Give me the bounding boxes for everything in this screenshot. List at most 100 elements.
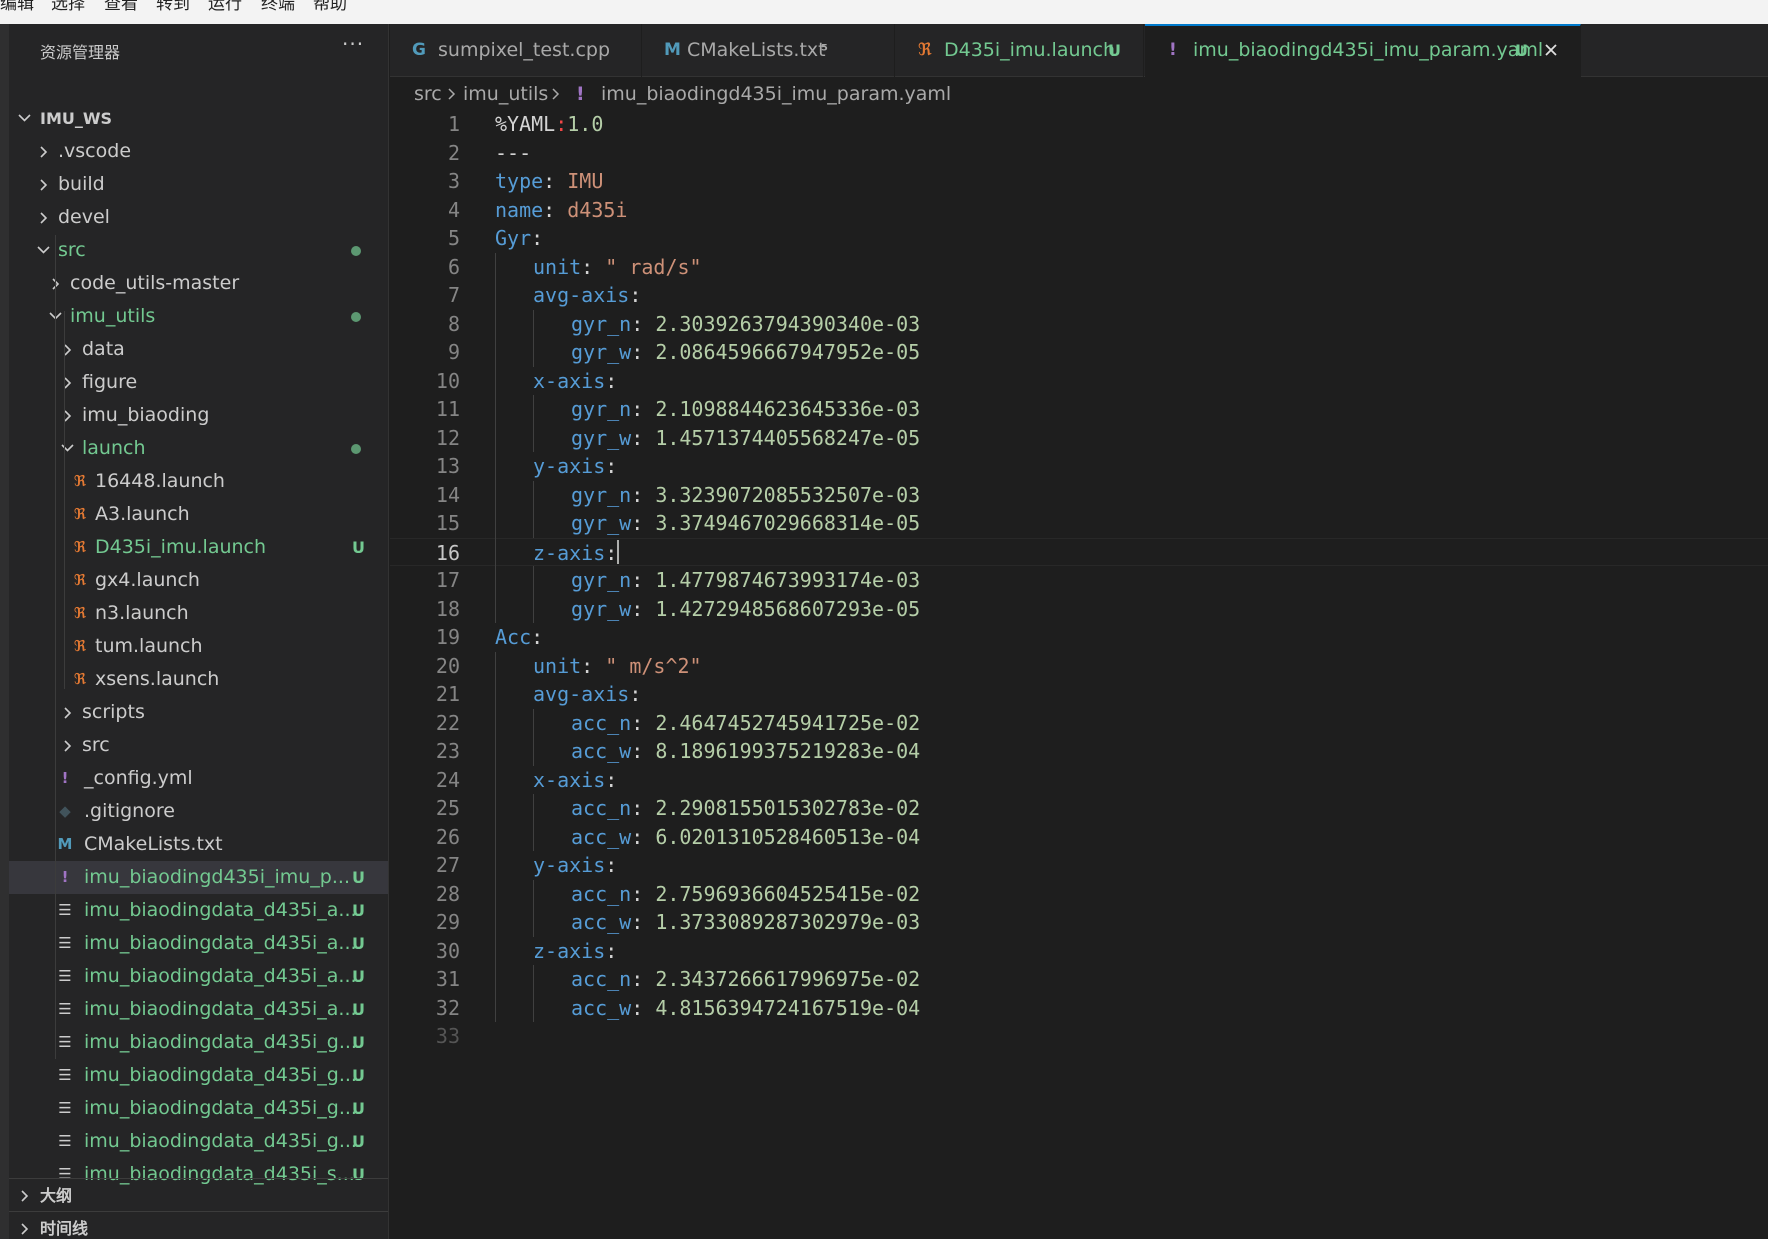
menu-go[interactable]: 转到: [156, 0, 190, 15]
tree-file[interactable]: ℜ 16448.launch: [9, 465, 388, 498]
chevron-down-icon: [49, 300, 63, 333]
tree-file[interactable]: ℜtum.launch: [9, 630, 388, 663]
tree-file[interactable]: ☰ imu_biaodingdata_d435i_a... U: [9, 960, 388, 993]
tab-sumpixel-test-cpp[interactable]: G sumpixel_test.cpp: [390, 24, 642, 77]
modified-dot: [351, 312, 361, 322]
tree-file[interactable]: ! _config.yml: [9, 762, 388, 795]
text-file-icon: ☰: [58, 1099, 72, 1117]
yaml-key: z-axis: [533, 540, 606, 565]
menu-edit[interactable]: 编辑: [0, 0, 34, 15]
tree-folder[interactable]: imu_utils: [9, 300, 388, 333]
tab-d435i-launch[interactable]: ℜ D435i_imu.launch U: [896, 24, 1144, 77]
code-line: 17 gyr_n: 1.4779874673993174e-03: [390, 566, 1768, 595]
tree-folder[interactable]: build: [9, 168, 388, 201]
text-file-icon: ☰: [58, 1132, 72, 1150]
code-line: 5 Gyr:: [390, 224, 1768, 253]
tree-folder[interactable]: src: [9, 234, 388, 267]
tab-imu-param-yaml[interactable]: ! imu_biaodingd435i_imu_param.yaml U: [1145, 24, 1581, 77]
tab-cmakelists[interactable]: M CMakeLists.txt ⁵: [643, 24, 895, 77]
code-line: 16 z-axis:: [390, 537, 1768, 566]
text-cursor: [617, 539, 620, 564]
code-line: 23 acc_w: 8.1896199375219283e-04: [390, 737, 1768, 766]
tree-file[interactable]: ◆ .gitignore: [9, 795, 388, 828]
yaml-sep: :: [631, 739, 656, 763]
code-line: 31 acc_n: 2.3437266617996975e-02: [390, 965, 1768, 994]
tree-label: devel: [58, 206, 110, 228]
tree-label: _config.yml: [84, 767, 193, 789]
rss-icon: ℜ: [73, 505, 87, 523]
more-actions-icon[interactable]: ···: [342, 32, 364, 56]
yaml-sep: :: [631, 482, 656, 507]
tree-label: imu_utils: [70, 305, 156, 327]
menu-terminal[interactable]: 终端: [261, 0, 295, 15]
tree-label: figure: [82, 371, 138, 393]
yaml-key: x-axis: [533, 368, 606, 393]
tree-file[interactable]: ☰ imu_biaodingdata_d435i_a... U: [9, 993, 388, 1026]
tree-file[interactable]: M CMakeLists.txt: [9, 828, 388, 861]
tree-file[interactable]: ! imu_biaodingd435i_imu_p... U: [9, 861, 388, 894]
yaml-value: 3.3239072085532507e-03: [655, 482, 921, 507]
tree-file[interactable]: ℜxsens.launch: [9, 663, 388, 696]
tree-file[interactable]: ☰ imu_biaodingdata_d435i_g... U: [9, 1092, 388, 1125]
menu-view[interactable]: 查看: [104, 0, 138, 15]
tree-file[interactable]: ℜgx4.launch: [9, 564, 388, 597]
menu-help[interactable]: 帮助: [313, 0, 347, 15]
code-editor[interactable]: 1 %YAML:1.0 2 --- 3 type: IMU 4 name: d435i 5 Gyr…: [390, 110, 1768, 1239]
menu-run[interactable]: 运行: [208, 0, 242, 15]
breadcrumb-imu-utils[interactable]: imu_utils: [463, 80, 548, 108]
breadcrumb-file[interactable]: imu_biaodingd435i_imu_param.yaml: [601, 80, 951, 108]
yaml-value: 3.3749467029668314e-05: [655, 511, 921, 535]
yaml-file-icon: !: [61, 769, 69, 787]
tree-folder[interactable]: figure: [9, 366, 388, 399]
line-number: 25: [435, 796, 460, 820]
tree-folder[interactable]: devel: [9, 201, 388, 234]
tree-folder[interactable]: .vscode: [9, 135, 388, 168]
line-number: 6: [447, 254, 460, 279]
tree-root-imu-ws[interactable]: IMU_WS: [9, 102, 388, 135]
tree-label: src: [82, 734, 110, 756]
modified-dot: [351, 246, 361, 256]
yaml-key: gyr_w: [571, 425, 632, 450]
tree-file[interactable]: ℜ D435i_imu.launch U: [9, 531, 388, 564]
code-line: 27 y-axis:: [390, 851, 1768, 880]
tree-folder[interactable]: code_utils-master: [9, 267, 388, 300]
tree-folder[interactable]: src: [9, 729, 388, 762]
indent-guide: [533, 480, 534, 538]
outline-section[interactable]: 大纲: [9, 1179, 388, 1212]
yaml-value: ---: [495, 140, 532, 165]
line-number: 4: [447, 197, 460, 222]
menu-selection[interactable]: 选择: [51, 0, 85, 15]
tree-file[interactable]: ☰ imu_biaodingdata_d435i_g... U: [9, 1026, 388, 1059]
breadcrumb-src[interactable]: src: [414, 80, 442, 108]
tree-folder[interactable]: data: [9, 333, 388, 366]
yaml-key: gyr_w: [571, 596, 632, 621]
tree-folder[interactable]: launch: [9, 432, 388, 465]
close-icon[interactable]: [1543, 26, 1559, 75]
tree-label: imu_biaodingdata_d435i_a...: [84, 965, 357, 987]
yaml-sep: :: [631, 340, 656, 364]
yaml-value: 1.4571374405568247e-05: [655, 425, 921, 450]
line-number: 32: [435, 995, 460, 1020]
tree-file[interactable]: ☰ imu_biaodingdata_d435i_a... U: [9, 927, 388, 960]
tree-folder[interactable]: imu_biaoding: [9, 399, 388, 432]
tree-file[interactable]: ℜ A3.launch: [9, 498, 388, 531]
yaml-sep: :: [631, 397, 656, 421]
tree-file[interactable]: ☰ imu_biaodingdata_d435i_g... U: [9, 1059, 388, 1092]
timeline-section[interactable]: 时间线: [9, 1212, 388, 1239]
untracked-badge: U: [352, 1099, 365, 1118]
yaml-sep: :: [631, 967, 656, 991]
tree-file[interactable]: ☰ imu_biaodingdata_d435i_a... U: [9, 894, 388, 927]
code-line: 29 acc_w: 1.3733089287302979e-03: [390, 908, 1768, 937]
tree-file[interactable]: ☰ imu_biaodingdata_d435i_g... U: [9, 1125, 388, 1158]
code-line: 19 Acc:: [390, 623, 1768, 652]
untracked-badge: U: [352, 1033, 365, 1052]
indent-guide: [533, 309, 534, 367]
indent-guide: [533, 708, 534, 766]
tree-file[interactable]: ℜn3.launch: [9, 597, 388, 630]
untracked-badge: U: [352, 868, 365, 887]
indent-guide: [495, 651, 496, 1022]
tree-folder[interactable]: scripts: [9, 696, 388, 729]
tree-label: build: [58, 173, 105, 195]
yaml-sep: :: [631, 311, 656, 336]
code-line: 24 x-axis:: [390, 766, 1768, 795]
